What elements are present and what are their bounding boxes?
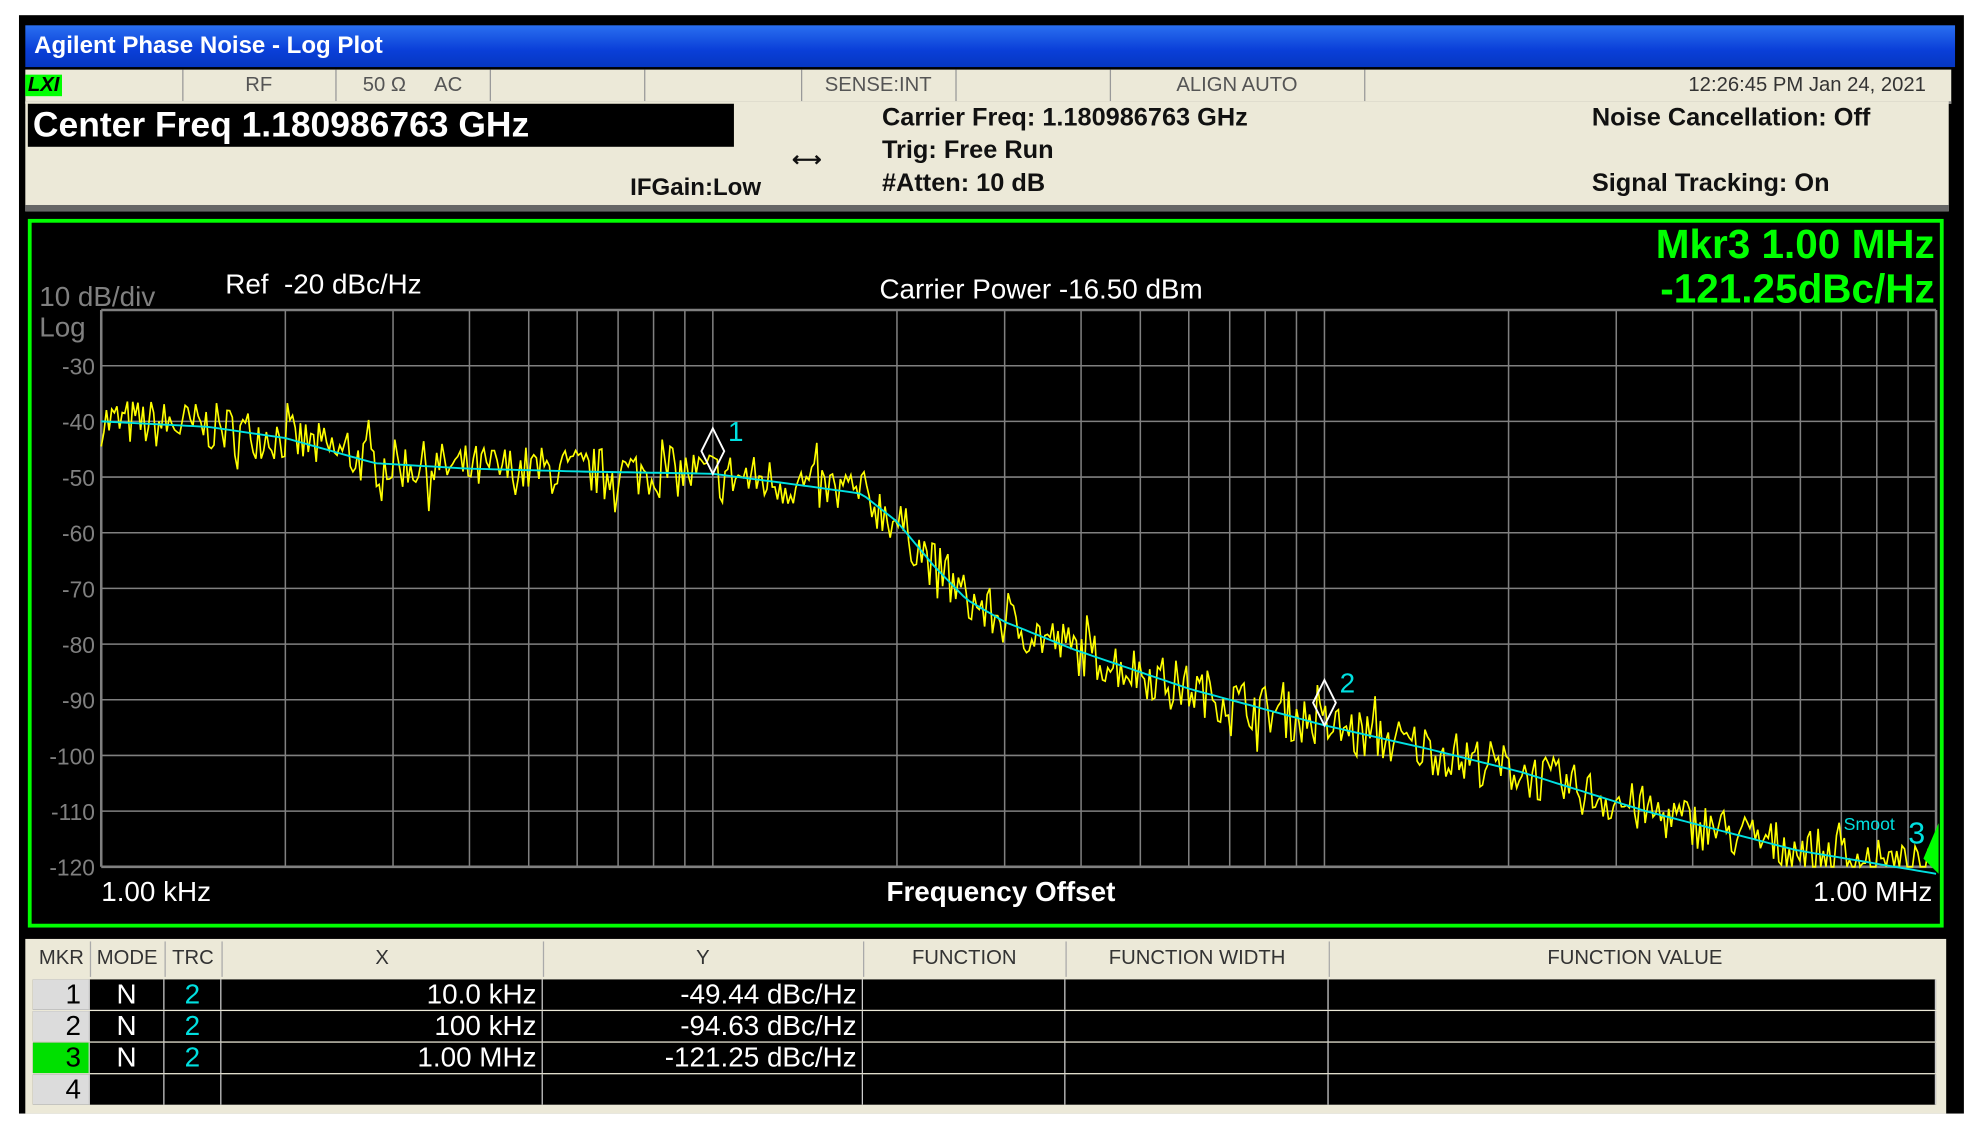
cell-empty [1065,1074,1329,1105]
cell-empty [1329,1011,1937,1042]
coupling: AC [434,74,463,97]
y-tick-label: -90 [62,688,95,714]
col-x: X [221,941,545,977]
y-tick-label: -40 [62,409,95,435]
marker-number: 2 [1340,668,1355,699]
col-trc: TRC [165,941,223,977]
y-tick-label: -70 [62,576,95,602]
carrier-freq: Carrier Freq: 1.180986763 GHz [881,103,1248,132]
col-function-value: FUNCTION VALUE [1547,947,1723,970]
x-axis-label: Frequency Offset [886,876,1115,907]
trigger-arrow-icon: ⟷ [792,149,822,171]
status-cell-empty [955,69,1112,102]
attenuation: #Atten: 10 dB [881,169,1046,198]
table-row[interactable]: 2 N 2 100 kHz -94.63 dBc/Hz [32,1010,1937,1042]
x-stop-label: 1.00 MHz [1813,876,1932,907]
cell-trc [165,1074,222,1105]
smoothed-trace [101,420,1937,875]
center-freq[interactable]: Center Freq 1.180986763 GHz [27,103,734,147]
cell-x [221,1074,543,1105]
rf-input: RF [182,69,337,102]
scale-type: Log [39,312,85,343]
phase-noise-plot: 10 dB/div Log Ref -20 dBc/Hz Carrier Pow… [39,223,1939,907]
cell-y: -94.63 dBc/Hz [543,1010,864,1042]
cell-empty [1065,1042,1329,1074]
table-row[interactable]: 3 N 2 1.00 MHz -121.25 dBc/Hz [32,1042,1937,1074]
y-tick-label: -50 [62,465,95,491]
x-start-label: 1.00 kHz [101,876,211,907]
col-function: FUNCTION [863,941,1067,977]
marker-number: 1 [728,416,743,447]
y-tick-label: -80 [62,632,95,658]
cell-empty [863,979,1066,1010]
noise-cancellation: Noise Cancellation: Off [1591,103,1871,132]
cell-x: 10.0 kHz [221,979,543,1010]
cell-mode: N [90,1010,165,1042]
table-row[interactable]: 1 N 2 10.0 kHz -49.44 dBc/Hz [32,979,1937,1010]
cell-mode: N [90,979,165,1010]
ifgain: IFGain:Low [630,174,762,202]
cell-y [543,1074,864,1105]
y-tick-label: -120 [49,855,95,881]
col-mode: MODE [90,941,166,977]
impedance: 50 Ω [362,74,407,97]
raw-trace [100,401,1937,869]
marker-table: MKR MODE TRC X Y FUNCTION FUNCTION WIDTH… [25,938,1947,1114]
align-status: ALIGN AUTO [1110,69,1366,102]
marker-readout-freq: Mkr3 1.00 MHz [1656,223,1935,267]
info-panel: Center Freq 1.180986763 GHz IFGain:Low ⟷… [25,101,1949,212]
ref-level: Ref -20 dBc/Hz [225,269,421,300]
cell-empty [1329,979,1937,1010]
y-tick-label: -100 [49,743,95,769]
cell-empty [1329,1042,1937,1074]
cell-empty [863,1074,1066,1105]
cell-empty [863,1042,1066,1074]
status-cell-empty [644,69,803,102]
cell-mode: N [90,1042,165,1074]
trig-mode: Trig: Free Run [881,136,1054,165]
status-bar: LXI RF 50 Ω AC SENSE:INT ALIGN AUTO 12:2… [25,69,1952,104]
cell-trc: 2 [165,1042,222,1074]
lxi-indicator: LXI [25,69,184,102]
cell-empty [1329,1074,1937,1105]
carrier-power: Carrier Power -16.50 dBm [879,274,1202,305]
cell-x: 1.00 MHz [221,1042,543,1074]
cell-mkr: 1 [32,979,90,1010]
marker-readout-value: -121.25dBc/Hz [1660,265,1935,311]
cell-trc: 2 [165,979,222,1010]
status-cell-empty [490,69,646,102]
scale-label: 10 dB/div [39,281,155,312]
table-row[interactable]: 4 [32,1074,1937,1105]
plot-area[interactable]: 10 dB/div Log Ref -20 dBc/Hz Carrier Pow… [27,218,1944,928]
cell-mkr: 3 [32,1042,90,1074]
col-mkr: MKR [33,941,92,977]
cell-empty [863,1011,1066,1042]
cell-empty [1065,979,1329,1010]
sense-status: SENSE:INT [801,69,957,102]
window-title: Agilent Phase Noise - Log Plot [25,25,1956,68]
input-settings: 50 Ω AC [335,69,491,102]
y-tick-label: -60 [62,521,95,547]
cell-empty [1065,1011,1329,1042]
cell-mkr: 4 [32,1074,90,1105]
smoothing-label: Smoot [1844,814,1895,834]
lxi-badge: LXI [25,74,62,97]
datetime: 12:26:45 PM Jan 24, 2021 [1688,74,1926,97]
cell-y: -49.44 dBc/Hz [543,979,864,1010]
cell-mkr: 2 [32,1010,90,1042]
cell-trc: 2 [165,1010,222,1042]
cell-y: -121.25 dBc/Hz [543,1042,864,1074]
cell-x: 100 kHz [221,1010,543,1042]
y-tick-label: -110 [51,799,95,825]
col-function-width: FUNCTION WIDTH [1065,941,1330,977]
signal-tracking: Signal Tracking: On [1591,169,1830,198]
cell-mode [90,1074,165,1105]
marker-number: 3 [1908,817,1925,850]
col-y: Y [543,941,865,977]
y-tick-label: -30 [62,354,95,380]
